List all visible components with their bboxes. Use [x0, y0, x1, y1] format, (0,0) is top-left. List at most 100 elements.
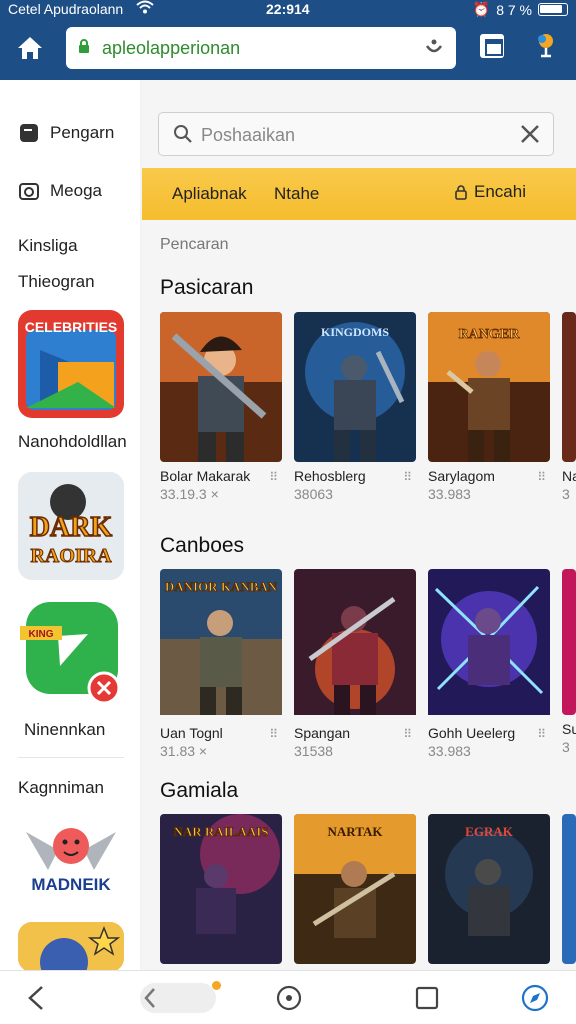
browser-topbar: Cetel Apudraolann 22:914 ⏰ 8 7 % apleola… — [0, 0, 576, 80]
filter-apps[interactable]: Apliabnak — [172, 184, 247, 204]
game-card[interactable]: DANIOR KANBAN Uan Tognl 31.83 × ⠿ — [160, 569, 284, 759]
chevron-left-icon[interactable] — [136, 983, 166, 1013]
game-card[interactable]: Gohh Ueelerg 33.983 ⠿ — [428, 569, 552, 759]
game-art: RANGER — [428, 312, 550, 462]
game-thumbnail — [562, 569, 576, 715]
sidebar-app-tile[interactable]: MADNEIK — [18, 816, 124, 924]
game-art — [160, 312, 282, 462]
game-card[interactable]: NAR RAILAAIS — [160, 814, 284, 964]
game-thumbnail — [160, 312, 282, 462]
game-art: NARTAK — [294, 814, 416, 964]
sidebar-app-tile[interactable]: KING — [18, 596, 124, 704]
sidebar-heading: Kinsliga — [18, 236, 78, 255]
sidebar-app-tile[interactable]: DARK RAOIRA — [18, 472, 124, 580]
recents-icon[interactable] — [412, 983, 442, 1013]
clear-icon[interactable] — [519, 123, 541, 145]
game-card[interactable]: Na 3 — [562, 312, 576, 502]
game-art — [428, 569, 550, 715]
game-meta: 31.83 × — [160, 743, 208, 759]
home-icon — [18, 37, 42, 59]
alarm-icon: ⏰ — [472, 1, 491, 17]
game-card[interactable]: Spangan 31538 ⠿ — [294, 569, 418, 759]
game-thumbnail: DANIOR KANBAN — [160, 569, 282, 719]
game-name: Na — [562, 468, 576, 484]
bottom-nav — [0, 970, 576, 1024]
battery-percent: 8 7 % — [496, 1, 532, 18]
status-bar: Cetel Apudraolann 22:914 ⏰ 8 7 % — [0, 0, 576, 20]
app-label: Nanohdoldllan — [18, 432, 127, 451]
app-logo-icon: CELEBRITIES — [18, 310, 124, 418]
app-logo-icon: DARK RAOIRA — [18, 472, 124, 580]
extension-button[interactable] — [532, 30, 560, 62]
sidebar-app-tile[interactable]: CELEBRITIES — [18, 310, 124, 418]
game-name: Gohh Ueelerg — [428, 725, 516, 741]
back-icon[interactable] — [22, 983, 52, 1013]
more-icon[interactable]: ⠿ — [269, 727, 278, 741]
game-card[interactable] — [562, 814, 576, 964]
game-art — [562, 569, 576, 715]
sidebar-subheading: Thieogran — [18, 272, 95, 291]
more-icon[interactable]: ⠿ — [537, 727, 546, 741]
game-art: KINGDOMS — [294, 312, 416, 462]
wifi-icon — [136, 0, 154, 17]
sidebar-item-label: Pengarn — [50, 123, 115, 142]
game-art: EGRAK — [428, 814, 550, 964]
game-art — [294, 569, 416, 715]
camera-icon — [19, 183, 39, 200]
more-icon[interactable]: ⠿ — [269, 470, 278, 484]
section-title: Pasicaran — [160, 276, 254, 299]
divider — [18, 757, 124, 758]
more-icon[interactable]: ⠿ — [537, 470, 546, 484]
reader-icon[interactable] — [422, 36, 446, 60]
mic-icon — [538, 34, 553, 58]
game-meta: 33.983 — [428, 743, 471, 759]
game-card[interactable]: KINGDOMS Rehosblerg 38063 ⠿ — [294, 312, 418, 502]
game-thumbnail: EGRAK — [428, 814, 550, 964]
game-thumbnail — [428, 569, 550, 719]
game-card[interactable]: Su 3 — [562, 569, 576, 755]
game-art: DANIOR KANBAN — [160, 569, 282, 715]
game-name: Bolar Makarak — [160, 468, 251, 484]
tabs-button[interactable] — [480, 34, 504, 58]
breadcrumb: Pencaran — [160, 236, 229, 253]
svg-text:CELEBRITIES: CELEBRITIES — [25, 319, 118, 335]
lock-icon — [79, 39, 89, 53]
app-logo-icon: MADNEIK — [26, 828, 116, 894]
home-circle-icon[interactable] — [274, 983, 304, 1013]
sidebar-heading: Kagnniman — [18, 778, 105, 797]
url-text: apleolapperionan — [102, 38, 241, 58]
home-button[interactable] — [12, 30, 48, 66]
game-card[interactable]: NARTAK — [294, 814, 418, 964]
game-thumbnail: NARTAK — [294, 814, 416, 964]
compass-icon[interactable] — [520, 983, 550, 1013]
address-bar[interactable]: apleolapperionan — [66, 27, 456, 69]
search-icon — [174, 125, 192, 143]
game-name: Su — [562, 721, 576, 737]
filter-search[interactable]: Encahi — [454, 182, 526, 202]
app-logo-icon — [18, 922, 124, 972]
main-content: Poshaaikan Apliabnak Ntahe Encahi Pencar… — [142, 80, 576, 970]
sidebar-item-pengarn[interactable]: Pengarn — [18, 122, 114, 144]
game-card[interactable]: RANGER Sarylagom 33.983 ⠿ — [428, 312, 552, 502]
game-card[interactable]: EGRAK — [428, 814, 552, 964]
svg-text:KING: KING — [29, 629, 54, 640]
search-input[interactable]: Poshaaikan — [201, 125, 295, 146]
game-meta: 3 — [562, 739, 570, 755]
search-box[interactable]: Poshaaikan — [158, 112, 554, 156]
sidebar-item-label: Meoga — [50, 181, 102, 200]
sidebar: Pengarn Meoga Kinsliga Thieogran CELEBRI… — [0, 80, 140, 972]
section-title: Canboes — [160, 534, 245, 557]
clock: 22:914 — [266, 1, 310, 17]
svg-text:RAOIRA: RAOIRA — [30, 545, 112, 567]
game-card[interactable]: Bolar Makarak 33.19.3 × ⠿ — [160, 312, 284, 502]
more-icon[interactable]: ⠿ — [403, 727, 412, 741]
filter-other[interactable]: Ntahe — [274, 184, 319, 204]
sidebar-item-meoga[interactable]: Meoga — [18, 180, 102, 202]
game-name: Uan Tognl — [160, 725, 223, 741]
svg-text:DARK: DARK — [30, 512, 113, 543]
more-icon[interactable]: ⠿ — [403, 470, 412, 484]
svg-text:DANIOR KANBAN: DANIOR KANBAN — [165, 579, 278, 594]
sidebar-app-tile[interactable] — [18, 922, 124, 972]
game-name: Rehosblerg — [294, 468, 366, 484]
game-thumbnail: RANGER — [428, 312, 550, 462]
